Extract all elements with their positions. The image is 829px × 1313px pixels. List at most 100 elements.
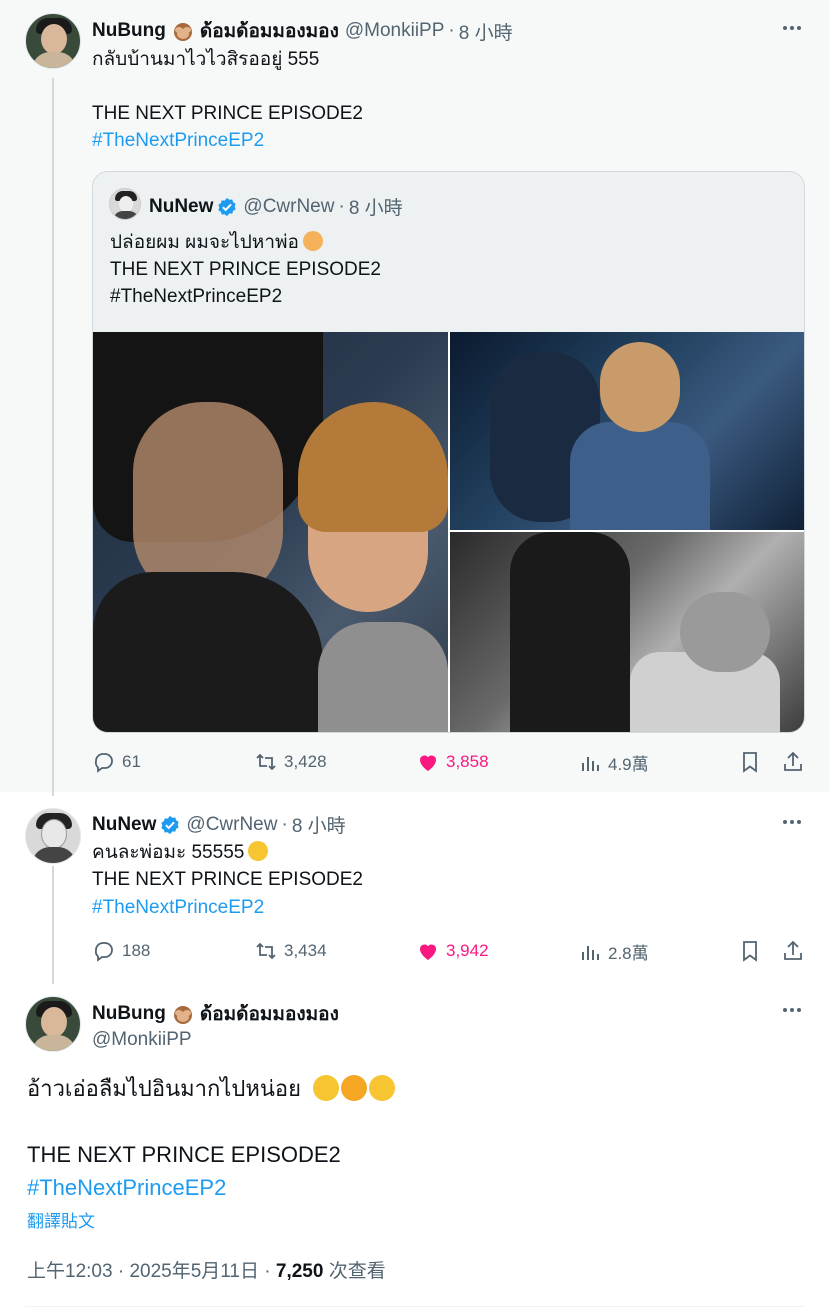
tweet2-header: NuNew @CwrNew · 8 小時	[92, 811, 346, 838]
verified-icon	[218, 197, 237, 216]
like-icon	[420, 944, 436, 960]
quote-photo-1[interactable]	[93, 332, 448, 732]
main-views-label: 次查看	[328, 1261, 386, 1282]
tweet2-author-name[interactable]: NuNew	[92, 814, 156, 836]
tweet1-more-icon[interactable]	[780, 22, 804, 42]
quote-text-line1: ปล่อยผม ผมจะไปหาพ่อ	[110, 232, 299, 253]
quote-text-line2: THE NEXT PRINCE EPISODE2	[110, 259, 381, 280]
quote-dot: ·	[338, 195, 345, 217]
tweet2-views-count: 2.8萬	[608, 944, 649, 963]
quote-photo-3[interactable]	[450, 532, 804, 732]
tweet2-handle[interactable]: @CwrNew	[186, 814, 277, 836]
tweet2-reply-button[interactable]: 188	[92, 939, 150, 963]
main-text-line2: THE NEXT PRINCE EPISODE2	[27, 1142, 341, 1167]
main-meta-sep-1: ·	[117, 1261, 125, 1282]
tweet2-reply-count: 188	[122, 941, 151, 960]
tweet2-hashtag[interactable]: #TheNextPrinceEP2	[92, 894, 264, 921]
tweet1-share-button[interactable]	[781, 750, 811, 774]
tweet2-retweet-count: 3,434	[284, 941, 327, 960]
tweet1-dot: ·	[448, 20, 455, 41]
rofl-emoji-icon	[341, 1075, 368, 1101]
quote-handle[interactable]: @CwrNew	[243, 196, 334, 218]
tweet2-actions: 188 3,434 3,942 2.8萬	[92, 939, 805, 967]
quote-author-name[interactable]: NuNew	[149, 196, 213, 218]
tweet1-text-line2: THE NEXT PRINCE EPISODE2	[92, 103, 363, 124]
tweet2-text-line1-wrap: คนละพ่อมะ 55555	[92, 839, 272, 866]
main-views-count: 7,250	[275, 1261, 324, 1282]
tweet1-handle[interactable]: @MonkiiPP	[345, 20, 445, 42]
tweet2-bookmark-button[interactable]	[738, 939, 768, 963]
tweet2-avatar[interactable]	[25, 808, 81, 864]
tweet1-views-count: 4.9萬	[608, 755, 649, 774]
quoted-tweet[interactable]: NuNew @CwrNew · 8 小時 ปล่อยผม ผมจะไปหาพ่อ…	[92, 171, 805, 733]
monkey-emoji-icon	[172, 1003, 194, 1025]
tweet1-time[interactable]: 8 小時	[459, 18, 513, 45]
like-icon	[420, 755, 436, 771]
tears-of-joy-emoji-icon	[313, 1075, 340, 1101]
tweet1-views-button[interactable]: 4.9萬	[578, 750, 649, 775]
tweet1-author-name[interactable]: NuBung	[92, 20, 166, 42]
bookmark-icon	[743, 941, 757, 962]
main-handle[interactable]: @MonkiiPP	[92, 1026, 192, 1053]
share-icon	[784, 751, 802, 771]
main-more-icon[interactable]	[780, 1004, 804, 1024]
main-author-name-suffix[interactable]: ด้อมด้อมมองมอง	[200, 999, 339, 1029]
main-avatar[interactable]	[25, 996, 81, 1052]
tears-of-joy-emoji-icon	[248, 841, 269, 861]
tweet2-time[interactable]: 8 小時	[292, 811, 346, 838]
bookmark-icon	[743, 752, 757, 773]
views-icon	[582, 945, 599, 960]
tweet1-bookmark-button[interactable]	[738, 750, 768, 774]
tweet1-actions: 61 3,428 3,858 4.9萬	[92, 750, 805, 778]
share-icon	[784, 940, 802, 960]
thread-line-2	[52, 866, 54, 984]
tweet2-like-count: 3,942	[446, 941, 489, 960]
thread-line-1	[52, 78, 54, 796]
sweat-smile-emoji-icon	[369, 1075, 396, 1101]
tweet2-text-line2: THE NEXT PRINCE EPISODE2	[92, 869, 363, 890]
main-author-name[interactable]: NuBung	[92, 1003, 166, 1025]
tweet1-reply-count: 61	[122, 752, 141, 771]
tweet2-text-line1: คนละพ่อมะ 55555	[92, 842, 245, 863]
verified-icon	[161, 815, 180, 834]
tweet1-avatar[interactable]	[25, 13, 81, 69]
monkey-emoji-icon	[172, 20, 194, 42]
retweet-icon	[256, 942, 276, 960]
tweet2-retweet-button[interactable]: 3,434	[254, 939, 327, 963]
quote-header: NuNew @CwrNew · 8 小時	[149, 193, 403, 220]
quote-photo-2[interactable]	[450, 332, 804, 530]
tweet1-text-line1: กลับบ้านมาไวไวสิรออยู่ 555	[92, 49, 320, 70]
tweet2-share-button[interactable]	[781, 939, 811, 963]
tweet1-header: NuBung ด้อมด้อมมองมอง @MonkiiPP · 8 小時	[92, 16, 513, 46]
quote-time[interactable]: 8 小時	[349, 193, 403, 220]
main-time[interactable]: 上午12:03	[27, 1261, 113, 1282]
main-meta: 上午12:03 · 2025年5月11日 · 7,250 次查看	[27, 1256, 386, 1283]
tweet1-reply-button[interactable]: 61	[92, 750, 141, 774]
translate-post-link[interactable]: 翻譯貼文	[27, 1207, 95, 1232]
quote-text-line1-wrap: ปล่อยผม ผมจะไปหาพ่อ	[110, 229, 327, 256]
views-icon	[582, 756, 599, 771]
quote-avatar[interactable]	[109, 188, 141, 220]
crying-emoji-icon	[302, 231, 323, 251]
reply-icon	[94, 753, 113, 773]
tweet2-dot: ·	[281, 813, 288, 835]
main-hashtag[interactable]: #TheNextPrinceEP2	[27, 1171, 226, 1204]
reply-icon	[94, 942, 113, 962]
main-date[interactable]: 2025年5月11日	[129, 1261, 259, 1282]
tweet2-like-button[interactable]: 3,942	[416, 939, 489, 963]
retweet-icon	[256, 753, 276, 771]
tweet1-retweet-button[interactable]: 3,428	[254, 750, 327, 774]
main-meta-sep-2: ·	[264, 1261, 271, 1282]
tweet2-views-button[interactable]: 2.8萬	[578, 939, 649, 964]
tweet1-hashtag[interactable]: #TheNextPrinceEP2	[92, 127, 264, 154]
tweet1-like-button[interactable]: 3,858	[416, 750, 489, 774]
quote-text-line3: #TheNextPrinceEP2	[110, 286, 283, 307]
bottom-divider	[25, 1306, 805, 1307]
tweet2-more-icon[interactable]	[780, 816, 804, 836]
main-text-line1: อ้าวเอ่อลืมไปอินมากไปหน่อย	[27, 1076, 301, 1101]
main-header: NuBung ด้อมด้อมมองมอง	[92, 999, 339, 1029]
tweet1-retweet-count: 3,428	[284, 752, 327, 771]
tweet1-author-name-suffix[interactable]: ด้อมด้อมมองมอง	[200, 16, 339, 46]
tweet1-like-count: 3,858	[446, 752, 489, 771]
main-text-line1-wrap: อ้าวเอ่อลืมไปอินมากไปหน่อย	[27, 1072, 396, 1105]
